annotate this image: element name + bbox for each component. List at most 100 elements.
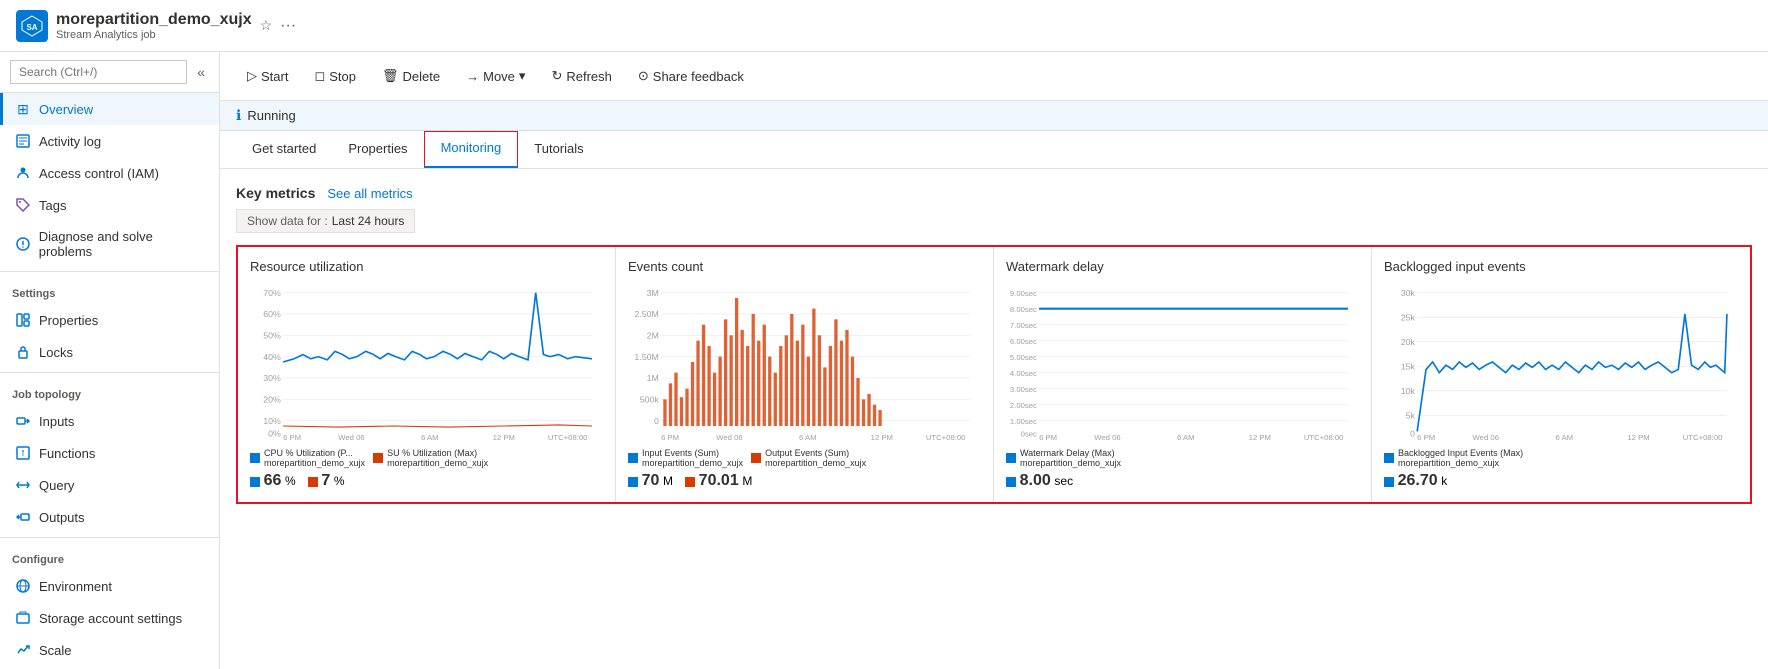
- chart-values: 8.00 sec: [1006, 472, 1359, 490]
- sidebar: « ⊞ Overview Activity log Access control…: [0, 52, 220, 669]
- sidebar-item-storage-account-settings[interactable]: Storage account settings: [0, 602, 219, 634]
- move-button[interactable]: → Move ▾: [455, 62, 536, 90]
- environment-icon: [15, 578, 31, 594]
- svg-text:8.00sec: 8.00sec: [1010, 305, 1037, 314]
- svg-text:6 PM: 6 PM: [661, 433, 679, 442]
- search-input[interactable]: [10, 60, 187, 84]
- chart-events-count: Events count 3M 2.50M 2M: [616, 247, 994, 502]
- app-name: morepartition_demo_xujx: [56, 11, 252, 29]
- sidebar-item-activity-log[interactable]: Activity log: [0, 125, 219, 157]
- sidebar-item-locks[interactable]: Locks: [0, 336, 219, 368]
- start-icon: ▷: [247, 68, 257, 84]
- legend-label: Backlogged Input Events (Max)morepartiti…: [1398, 448, 1523, 468]
- feedback-icon: ⊙: [638, 68, 649, 84]
- svg-text:3.00sec: 3.00sec: [1010, 385, 1037, 394]
- sidebar-item-properties[interactable]: Properties: [0, 304, 219, 336]
- svg-text:0sec: 0sec: [1021, 430, 1037, 439]
- refresh-button[interactable]: ↻ Refresh: [540, 62, 622, 90]
- sidebar-item-query[interactable]: Query: [0, 469, 219, 501]
- svg-text:0: 0: [654, 416, 659, 426]
- svg-text:1.50M: 1.50M: [634, 352, 659, 362]
- svg-text:12 PM: 12 PM: [1627, 433, 1649, 442]
- sidebar-item-functions[interactable]: f Functions: [0, 437, 219, 469]
- refresh-icon: ↻: [551, 68, 562, 84]
- sidebar-item-label: Outputs: [39, 510, 85, 525]
- chart-legend: Backlogged Input Events (Max)morepartiti…: [1384, 448, 1738, 468]
- svg-text:60%: 60%: [263, 309, 281, 319]
- stop-button[interactable]: ◻ Stop: [303, 62, 367, 90]
- svg-text:6 PM: 6 PM: [1417, 433, 1435, 442]
- chart-title: Resource utilization: [250, 259, 603, 274]
- activity-log-icon: [15, 133, 31, 149]
- svg-text:6 AM: 6 AM: [1555, 433, 1573, 442]
- metrics-header: Key metrics See all metrics: [236, 185, 1752, 201]
- svg-text:10%: 10%: [263, 416, 281, 426]
- chart-legend: CPU % Utilization (P...morepartition_dem…: [250, 448, 603, 468]
- sidebar-item-tags[interactable]: Tags: [0, 189, 219, 221]
- sidebar-item-label: Functions: [39, 446, 95, 461]
- tab-tutorials[interactable]: Tutorials: [518, 131, 599, 168]
- sidebar-item-label: Storage account settings: [39, 611, 182, 626]
- collapse-icon[interactable]: «: [193, 60, 209, 84]
- data-range-label: Show data for :: [247, 214, 328, 228]
- chart-title: Events count: [628, 259, 981, 274]
- sidebar-section-settings: Settings: [0, 276, 219, 304]
- svg-text:12 PM: 12 PM: [493, 433, 515, 442]
- sidebar-item-access-control[interactable]: Access control (IAM): [0, 157, 219, 189]
- svg-text:20k: 20k: [1401, 337, 1416, 347]
- svg-text:SA: SA: [26, 23, 37, 32]
- move-chevron-icon: ▾: [519, 68, 526, 84]
- svg-text:UTC+08:00: UTC+08:00: [1683, 433, 1723, 442]
- legend-label: Watermark Delay (Max)morepartition_demo_…: [1020, 448, 1121, 468]
- tab-properties[interactable]: Properties: [332, 131, 423, 168]
- svg-text:UTC+08:00: UTC+08:00: [548, 433, 588, 442]
- chart-area: 9.00sec 8.00sec 7.00sec 6.00sec 5.00sec …: [1006, 282, 1359, 442]
- outputs-icon: [15, 509, 31, 525]
- sidebar-item-label: Scale: [39, 643, 72, 658]
- svg-text:5k: 5k: [1406, 411, 1416, 421]
- sidebar-item-inputs[interactable]: Inputs: [0, 405, 219, 437]
- svg-text:6 AM: 6 AM: [1177, 433, 1195, 442]
- chart-area: 30k 25k 20k 15k 10k 5k 0 6 PM Wed 06: [1384, 282, 1738, 442]
- chart-value-2: 7: [321, 472, 330, 489]
- chart-area: 3M 2.50M 2M 1.50M 1M 500k 0: [628, 282, 981, 442]
- svg-text:70%: 70%: [263, 288, 281, 298]
- svg-text:20%: 20%: [263, 395, 281, 405]
- more-options-icon[interactable]: ···: [280, 17, 296, 35]
- app-subtitle: Stream Analytics job: [56, 29, 252, 41]
- toolbar: ▷ Start ◻ Stop 🗑 Delete → Move ▾ ↻ Refre…: [220, 52, 1768, 101]
- svg-text:6 PM: 6 PM: [283, 433, 301, 442]
- delete-button[interactable]: 🗑 Delete: [371, 62, 451, 90]
- sidebar-item-environment[interactable]: Environment: [0, 570, 219, 602]
- diagnose-icon: [15, 236, 31, 252]
- share-feedback-button[interactable]: ⊙ Share feedback: [627, 62, 755, 90]
- sidebar-item-diagnose[interactable]: Diagnose and solve problems: [0, 221, 219, 267]
- sidebar-search-container: «: [0, 52, 219, 93]
- svg-text:f: f: [22, 449, 25, 458]
- chart-values: 70 M 70.01 M: [628, 472, 981, 490]
- svg-text:12 PM: 12 PM: [1249, 433, 1271, 442]
- svg-text:1M: 1M: [647, 373, 659, 383]
- sidebar-item-scale[interactable]: Scale: [0, 634, 219, 666]
- chart-resource-utilization: Resource utilization 70%: [238, 247, 616, 502]
- iam-icon: [15, 165, 31, 181]
- tab-monitoring[interactable]: Monitoring: [424, 131, 519, 168]
- see-all-metrics-link[interactable]: See all metrics: [327, 186, 412, 201]
- sidebar-item-label: Tags: [39, 198, 66, 213]
- favorite-icon[interactable]: ☆: [260, 17, 273, 34]
- sidebar-item-label: Access control (IAM): [39, 166, 159, 181]
- sidebar-item-label: Inputs: [39, 414, 74, 429]
- chart-title: Watermark delay: [1006, 259, 1359, 274]
- inputs-icon: [15, 413, 31, 429]
- sidebar-item-overview[interactable]: ⊞ Overview: [0, 93, 219, 125]
- sidebar-item-outputs[interactable]: Outputs: [0, 501, 219, 533]
- chart-area: 70% 60% 50% 40% 30% 20% 10% 0%: [250, 282, 603, 442]
- move-icon: →: [466, 69, 479, 84]
- svg-text:25k: 25k: [1401, 313, 1416, 323]
- sidebar-item-label: Activity log: [39, 134, 101, 149]
- svg-text:2.50M: 2.50M: [634, 309, 659, 319]
- sidebar-item-label: Locks: [39, 345, 73, 360]
- tab-get-started[interactable]: Get started: [236, 131, 332, 168]
- start-button[interactable]: ▷ Start: [236, 62, 299, 90]
- svg-text:4.00sec: 4.00sec: [1010, 369, 1037, 378]
